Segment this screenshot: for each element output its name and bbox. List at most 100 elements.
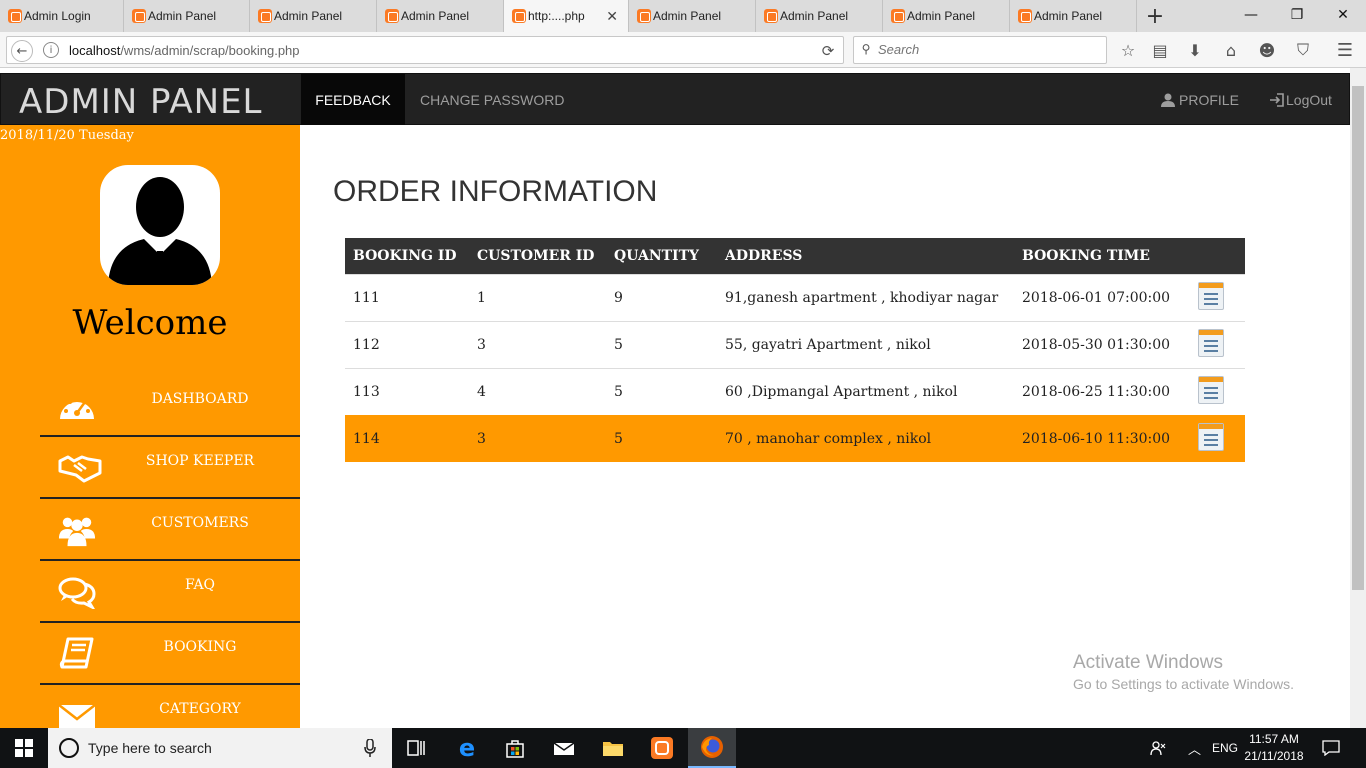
current-date: 2018/11/20 Tuesday xyxy=(0,128,134,143)
quantity-cell: 5 xyxy=(606,415,717,462)
browser-tab[interactable]: Admin Panel xyxy=(250,0,377,32)
column-header: CUSTOMER ID xyxy=(469,238,606,274)
booking-id-cell: 112 xyxy=(345,320,469,368)
column-header-empty xyxy=(1190,238,1245,274)
quantity-cell: 9 xyxy=(606,273,717,321)
xampp-favicon-icon xyxy=(764,9,778,23)
customer-id-cell: 3 xyxy=(469,320,606,368)
sidebar-item-label: BOOKING xyxy=(163,639,237,655)
browser-tab-strip: Admin Login Admin Panel Admin Panel Admi… xyxy=(0,0,1366,32)
url-text[interactable]: localhost/wms/admin/scrap/booking.php xyxy=(69,43,300,58)
invoice-document-icon[interactable] xyxy=(1198,422,1224,451)
admin-top-navbar: ADMIN PANEL FEEDBACK CHANGE PASSWORD PRO… xyxy=(0,73,1350,126)
people-icon[interactable] xyxy=(1150,728,1166,768)
taskbar-search-placeholder: Type here to search xyxy=(88,740,212,756)
search-input[interactable] xyxy=(878,42,1098,57)
taskbar-edge[interactable]: e xyxy=(443,728,491,768)
xampp-favicon-icon xyxy=(132,9,146,23)
pocket-icon[interactable]: ⛉ xyxy=(1293,40,1313,60)
url-bar[interactable]: ← i localhost/wms/admin/scrap/booking.ph… xyxy=(6,36,844,64)
sidebar-item-shop-keeper[interactable]: SHOP KEEPER xyxy=(40,437,300,499)
brand-title[interactable]: ADMIN PANEL xyxy=(19,82,263,122)
taskbar-store[interactable] xyxy=(491,728,539,768)
reload-icon[interactable]: ⟳ xyxy=(819,42,837,60)
browser-tab[interactable]: Admin Panel xyxy=(124,0,250,32)
download-icon[interactable]: ⬇ xyxy=(1185,40,1205,60)
taskbar-firefox[interactable] xyxy=(688,728,736,768)
firefox-icon xyxy=(701,736,723,758)
sidebar-item-customers[interactable]: CUSTOMERS xyxy=(40,499,300,561)
nav-profile[interactable]: PROFILE xyxy=(1161,74,1239,126)
mail-icon xyxy=(553,742,575,755)
log-in-icon xyxy=(1270,93,1284,107)
action-cell xyxy=(1190,273,1245,321)
browser-tab[interactable]: Admin Panel xyxy=(1010,0,1137,32)
taskbar-search[interactable]: Type here to search xyxy=(48,728,392,768)
nav-feedback[interactable]: FEEDBACK xyxy=(301,74,405,126)
bookmark-star-icon[interactable]: ☆ xyxy=(1118,40,1138,60)
sidebar-item-label: SHOP KEEPER xyxy=(145,453,255,469)
search-box[interactable]: ⚲ xyxy=(853,36,1107,64)
home-icon[interactable]: ⌂ xyxy=(1221,40,1241,60)
minimize-icon[interactable]: — xyxy=(1228,0,1274,30)
watermark-title: Activate Windows xyxy=(1073,652,1223,673)
invoice-document-icon[interactable] xyxy=(1198,375,1224,404)
sidebar: 2018/11/20 Tuesday Welcome DASHBOARD SHO… xyxy=(0,125,300,728)
address-cell: 70 , manohar complex , nikol xyxy=(717,415,1014,462)
address-cell: 91,ganesh apartment , khodiyar nagar xyxy=(717,273,1014,321)
back-arrow-icon[interactable]: ← xyxy=(11,40,33,62)
browser-tab[interactable]: Admin Panel xyxy=(629,0,756,32)
browser-tab[interactable]: Admin Login xyxy=(0,0,124,32)
browser-tab[interactable]: Admin Panel xyxy=(377,0,504,32)
nav-change-password[interactable]: CHANGE PASSWORD xyxy=(420,74,564,126)
notification-center-icon[interactable] xyxy=(1322,728,1340,768)
xampp-favicon-icon xyxy=(1018,9,1032,23)
action-cell xyxy=(1190,320,1245,368)
emoji-icon[interactable]: ☻ xyxy=(1257,40,1277,60)
close-window-icon[interactable]: ✕ xyxy=(1320,0,1366,30)
invoice-document-icon[interactable] xyxy=(1198,328,1224,357)
sidebar-item-category[interactable]: CATEGORY xyxy=(40,685,300,728)
avatar xyxy=(100,165,220,285)
reading-list-icon[interactable]: ▤ xyxy=(1150,40,1170,60)
action-cell xyxy=(1190,367,1245,415)
xampp-favicon-icon xyxy=(385,9,399,23)
invoice-document-icon[interactable] xyxy=(1198,281,1224,310)
system-clock[interactable]: 11:57 AM 21/11/2018 xyxy=(1240,731,1308,765)
booking-time-cell: 2018-06-25 11:30:00 xyxy=(1014,367,1190,415)
taskbar-xampp[interactable] xyxy=(638,728,686,768)
start-button[interactable] xyxy=(0,728,48,768)
new-tab-button[interactable]: + xyxy=(1137,0,1173,32)
table-row: 111 1 9 91,ganesh apartment , khodiyar n… xyxy=(345,273,1245,321)
sidebar-item-label: CUSTOMERS xyxy=(151,515,249,531)
task-view-button[interactable] xyxy=(392,728,440,768)
table-row: 113 4 5 60 ,Dipmangal Apartment , nikol … xyxy=(345,367,1245,415)
logout-label: LogOut xyxy=(1286,92,1332,108)
booking-time-cell: 2018-06-01 07:00:00 xyxy=(1014,273,1190,321)
book-icon xyxy=(59,637,94,669)
booking-time-cell: 2018-06-10 11:30:00 xyxy=(1014,415,1190,462)
browser-tab[interactable]: Admin Panel xyxy=(756,0,883,32)
welcome-text: Welcome xyxy=(72,303,228,343)
language-indicator[interactable]: ENG xyxy=(1212,728,1238,768)
nav-logout[interactable]: LogOut xyxy=(1269,74,1332,126)
microphone-icon[interactable] xyxy=(364,739,376,757)
sidebar-item-booking[interactable]: BOOKING xyxy=(40,623,300,685)
main-content: ORDER INFORMATION BOOKING ID CUSTOMER ID… xyxy=(300,125,1350,728)
quantity-cell: 5 xyxy=(606,367,717,415)
browser-tab-active[interactable]: http:....php ✕ xyxy=(504,0,629,32)
menu-icon[interactable]: ☰ xyxy=(1335,40,1355,61)
sidebar-item-dashboard[interactable]: DASHBOARD xyxy=(40,375,300,437)
sidebar-item-faq[interactable]: FAQ xyxy=(40,561,300,623)
user-icon xyxy=(1161,93,1175,107)
chevron-up-icon[interactable]: ︿ xyxy=(1188,728,1201,768)
scrollbar-thumb[interactable] xyxy=(1352,86,1364,590)
info-icon[interactable]: i xyxy=(43,42,59,58)
close-tab-icon[interactable]: ✕ xyxy=(606,8,618,25)
maximize-icon[interactable]: ❐ xyxy=(1274,0,1320,30)
browser-tab[interactable]: Admin Panel xyxy=(883,0,1010,32)
windows-logo-icon xyxy=(15,739,33,757)
taskbar-mail[interactable] xyxy=(540,728,588,768)
taskbar-file-explorer[interactable] xyxy=(589,728,637,768)
clock-date: 21/11/2018 xyxy=(1244,749,1304,763)
